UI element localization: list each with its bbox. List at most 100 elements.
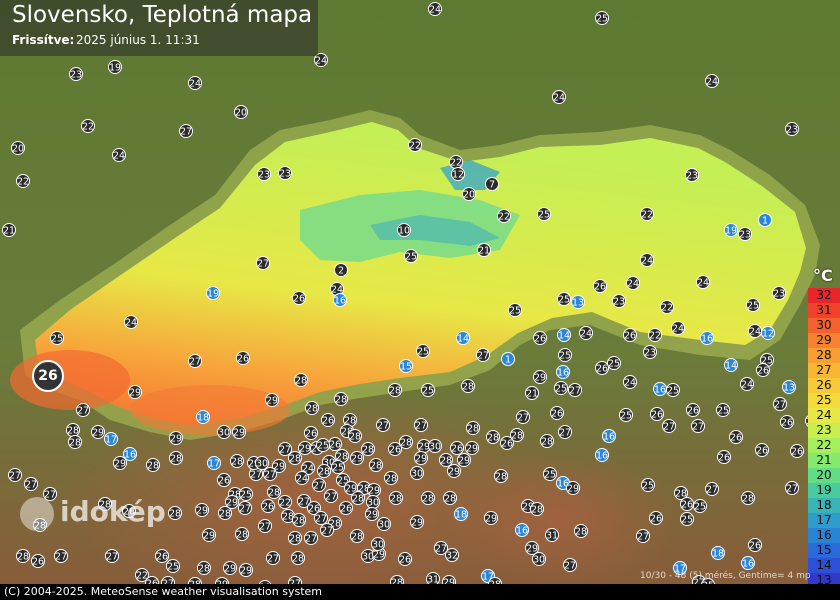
station-marker[interactable]: 24 <box>740 377 754 391</box>
station-marker[interactable]: 27 <box>24 477 38 491</box>
station-marker[interactable]: 28 <box>741 491 755 505</box>
station-marker[interactable]: 21 <box>477 243 491 257</box>
station-marker[interactable]: 25 <box>716 403 730 417</box>
station-marker[interactable]: 28 <box>350 529 364 543</box>
station-marker[interactable]: 22 <box>497 209 511 223</box>
station-marker[interactable]: 28 <box>461 379 475 393</box>
station-marker[interactable]: 27 <box>636 529 650 543</box>
station-marker[interactable]: 27 <box>705 482 719 496</box>
station-marker[interactable]: 30 <box>217 425 231 439</box>
station-marker[interactable]: 29 <box>113 456 127 470</box>
station-marker[interactable]: 26 <box>717 450 731 464</box>
station-marker[interactable]: 24 <box>626 276 640 290</box>
station-marker[interactable]: 22 <box>408 138 422 152</box>
station-marker[interactable]: 27 <box>105 549 119 563</box>
cool-station-marker[interactable]: 1 <box>501 352 515 366</box>
station-marker[interactable]: 28 <box>288 451 302 465</box>
station-marker[interactable]: 29 <box>410 515 424 529</box>
cool-station-marker[interactable]: 17 <box>104 432 118 446</box>
station-marker[interactable]: 29 <box>91 425 105 439</box>
cool-station-marker[interactable]: 18 <box>196 410 210 424</box>
station-marker[interactable]: 26 <box>755 443 769 457</box>
station-marker[interactable]: 26 <box>450 441 464 455</box>
station-marker[interactable]: 27 <box>414 418 428 432</box>
station-marker[interactable]: 24 <box>705 74 719 88</box>
station-marker[interactable]: 30 <box>532 552 546 566</box>
station-marker[interactable]: 24 <box>124 315 138 329</box>
station-marker[interactable]: 25 <box>607 356 621 370</box>
station-marker[interactable]: 25 <box>557 292 571 306</box>
station-marker[interactable]: 25 <box>404 249 418 263</box>
station-marker[interactable]: 29 <box>202 528 216 542</box>
station-marker[interactable]: 28 <box>294 373 308 387</box>
station-marker[interactable]: 28 <box>389 491 403 505</box>
station-marker[interactable]: 26 <box>304 426 318 440</box>
station-marker[interactable]: 32 <box>445 548 459 562</box>
station-marker[interactable]: 21 <box>2 223 16 237</box>
station-marker[interactable]: 28 <box>369 458 383 472</box>
station-marker[interactable]: 30 <box>366 495 380 509</box>
cool-station-marker[interactable]: 16 <box>653 382 667 396</box>
station-marker[interactable]: 23 <box>772 286 786 300</box>
station-marker[interactable]: 25 <box>239 487 253 501</box>
station-marker[interactable]: 29 <box>465 441 479 455</box>
station-marker[interactable]: 26 <box>328 437 342 451</box>
station-marker[interactable]: 29 <box>223 561 237 575</box>
station-marker[interactable]: 22 <box>648 328 662 342</box>
station-marker[interactable]: 25 <box>619 408 633 422</box>
station-marker[interactable]: 29 <box>239 563 253 577</box>
station-marker[interactable]: 27 <box>304 531 318 545</box>
cool-station-marker[interactable]: 16 <box>741 556 755 570</box>
station-marker[interactable]: 10 <box>397 223 411 237</box>
station-marker[interactable]: 29 <box>128 385 142 399</box>
station-marker[interactable]: 30 <box>255 456 269 470</box>
station-marker[interactable]: 25 <box>316 438 330 452</box>
station-marker[interactable]: 26 <box>292 291 306 305</box>
station-marker[interactable]: 28 <box>466 421 480 435</box>
station-marker[interactable]: 22 <box>81 119 95 133</box>
station-marker[interactable]: 24 <box>696 275 710 289</box>
station-marker[interactable]: 28 <box>399 435 413 449</box>
station-marker[interactable]: 26 <box>339 501 353 515</box>
station-marker[interactable]: 28 <box>421 491 435 505</box>
station-marker[interactable]: 26 <box>593 279 607 293</box>
station-marker[interactable]: 25 <box>508 303 522 317</box>
station-marker[interactable]: 23 <box>69 67 83 81</box>
station-marker[interactable]: 26 <box>321 413 335 427</box>
station-marker[interactable]: 27 <box>376 418 390 432</box>
cool-station-marker[interactable]: 19 <box>206 286 220 300</box>
station-marker[interactable]: 29 <box>533 370 547 384</box>
station-marker[interactable]: 29 <box>232 425 246 439</box>
station-marker[interactable]: 26 <box>729 430 743 444</box>
station-marker[interactable]: 24 <box>428 2 442 16</box>
station-marker[interactable]: 28 <box>439 453 453 467</box>
station-marker[interactable]: 28 <box>235 527 249 541</box>
station-marker[interactable]: 23 <box>738 227 752 241</box>
station-marker[interactable]: 29 <box>350 451 364 465</box>
station-marker[interactable]: 30 <box>377 517 391 531</box>
station-marker[interactable]: 28 <box>169 451 183 465</box>
station-marker[interactable]: 25 <box>746 298 760 312</box>
cool-station-marker[interactable]: 16 <box>595 448 609 462</box>
cool-station-marker[interactable]: 14 <box>456 331 470 345</box>
station-marker[interactable]: 30 <box>371 537 385 551</box>
station-marker[interactable]: 24 <box>671 321 685 335</box>
station-marker[interactable]: 28 <box>305 401 319 415</box>
station-marker[interactable]: 25 <box>680 512 694 526</box>
cool-station-marker[interactable]: 16 <box>602 429 616 443</box>
station-marker[interactable]: 22 <box>660 300 674 314</box>
station-marker[interactable]: 25 <box>554 381 568 395</box>
station-marker[interactable]: 27 <box>256 256 270 270</box>
station-marker[interactable]: 24 <box>640 253 654 267</box>
station-marker[interactable]: 22 <box>278 495 292 509</box>
station-marker[interactable]: 26 <box>790 444 804 458</box>
station-marker[interactable]: 2 <box>334 263 348 277</box>
station-marker[interactable]: 28 <box>288 531 302 545</box>
station-marker[interactable]: 22 <box>640 207 654 221</box>
station-marker[interactable]: 27 <box>662 419 676 433</box>
cool-station-marker[interactable]: 16 <box>333 293 347 307</box>
station-marker[interactable]: 24 <box>112 148 126 162</box>
station-marker[interactable]: 27 <box>691 419 705 433</box>
station-marker[interactable]: 29 <box>457 453 471 467</box>
station-marker[interactable]: 26 <box>236 351 250 365</box>
